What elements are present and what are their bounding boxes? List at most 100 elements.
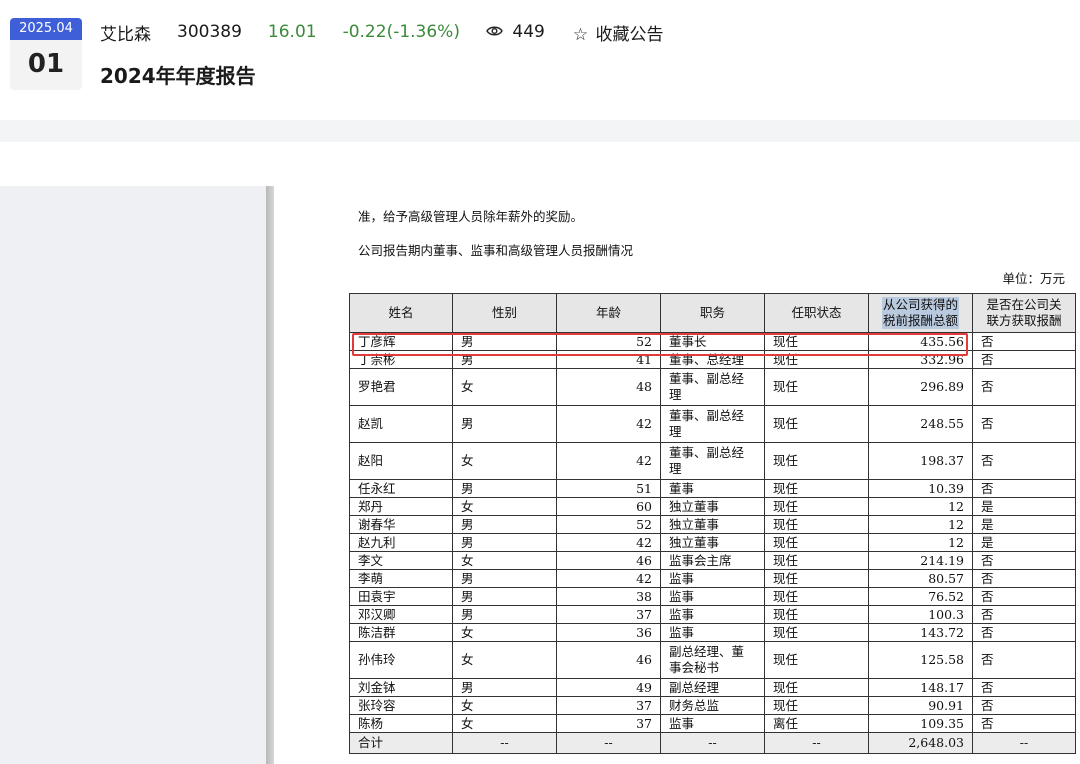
cell-pay: 198.37 [868,442,973,480]
stock-price: 16.01 [267,22,317,42]
header-status: 任职状态 [764,293,869,333]
cell-pay: 76.52 [868,587,973,606]
table-row: 郑丹女 60 独立董事 现任 12 是 [349,497,1076,516]
cell-pay: 435.56 [868,332,973,351]
cell-age: 42 [556,533,661,552]
cell-name: 孙伟玲 [349,641,453,679]
favorite-button[interactable]: ☆ 收藏公告 [573,20,664,45]
table-row: 李文女 46 监事会主席 现任 214.19 否 [349,551,1076,570]
cell-related: 否 [972,442,1076,480]
table-row: 丁彦辉男 52 董事长 现任 435.56 否 [349,332,1076,351]
date-badge: 2025.04 01 [10,18,82,90]
total-dash: -- [660,732,765,754]
cell-related: 否 [972,569,1076,588]
cell-name: 李萌 [349,569,453,588]
cell-status: 现任 [764,641,869,679]
cell-status: 现任 [764,405,869,443]
cell-role: 监事 [660,605,765,624]
cell-role: 副总经理、董事会秘书 [660,641,765,679]
cell-status: 现任 [764,533,869,552]
table-row: 丁崇彬男 41 董事、总经理 现任 332.96 否 [349,350,1076,369]
cell-pay: 10.39 [868,479,973,498]
total-dash: -- [972,732,1076,754]
cell-pay: 90.91 [868,696,973,715]
table-row: 任永红男 51 董事 现任 10.39 否 [349,479,1076,498]
cell-related: 否 [972,332,1076,351]
cell-age: 42 [556,405,661,443]
stock-change: -0.22(-1.36%) [342,22,460,42]
header-pay: 从公司获得的 税前报酬总额 [868,293,973,333]
cell-name: 刘金钵 [349,678,453,697]
cell-status: 现任 [764,368,869,406]
document-page: 准，给予高级管理人员除年薪外的奖励。 公司报告期内董事、监事和高级管理人员报酬情… [274,186,1080,764]
header-related-line1: 是否在公司关 [986,297,1062,312]
cell-gender: 女 [452,368,557,406]
stock-name-link[interactable]: 艾比森 [100,20,151,45]
cell-role: 财务总监 [660,696,765,715]
cell-related: 否 [972,479,1076,498]
cell-gender: 女 [452,442,557,480]
cell-pay: 143.72 [868,623,973,642]
total-dash: -- [556,732,661,754]
cell-name: 任永红 [349,479,453,498]
view-count: 449 [486,22,545,42]
cell-name: 赵凯 [349,405,453,443]
cell-status: 现任 [764,587,869,606]
cell-role: 董事长 [660,332,765,351]
cell-gender: 女 [452,696,557,715]
cell-gender: 男 [452,678,557,697]
cell-status: 现任 [764,551,869,570]
cell-gender: 男 [452,405,557,443]
table-row: 谢春华男 52 独立董事 现任 12 是 [349,515,1076,534]
table-row: 邓汉卿男 37 监事 现任 100.3 否 [349,605,1076,624]
cell-gender: 女 [452,551,557,570]
cell-pay: 148.17 [868,678,973,697]
cell-name: 罗艳君 [349,368,453,406]
table-row: 罗艳君女 48 董事、副总经理 现任 296.89 否 [349,368,1076,406]
cell-gender: 女 [452,714,557,733]
table-row: 赵九利男 42 独立董事 现任 12 是 [349,533,1076,552]
header-pay-line2: 税前报酬总额 [881,313,959,329]
cell-age: 37 [556,696,661,715]
cell-age: 60 [556,497,661,516]
header-gender: 性别 [452,293,557,333]
cell-status: 现任 [764,569,869,588]
cell-name: 陈洁群 [349,623,453,642]
cell-role: 董事、副总经理 [660,405,765,443]
cell-age: 37 [556,605,661,624]
cell-role: 董事、总经理 [660,350,765,369]
cell-role: 监事 [660,623,765,642]
cell-name: 谢春华 [349,515,453,534]
table-row: 田袁宇男 38 监事 现任 76.52 否 [349,587,1076,606]
header-related: 是否在公司关 联方获取报酬 [972,293,1076,333]
cell-role: 董事、副总经理 [660,368,765,406]
cell-gender: 男 [452,533,557,552]
cell-gender: 女 [452,497,557,516]
doc-paragraph: 公司报告期内董事、监事和高级管理人员报酬情况 [358,243,634,258]
cell-status: 现任 [764,605,869,624]
unit-label: 单位：万元 [1002,271,1065,286]
cell-related: 是 [972,533,1076,552]
header-divider-band [0,120,1080,142]
cell-pay: 12 [868,533,973,552]
cell-name: 赵九利 [349,533,453,552]
stock-info-row: 艾比森 300389 16.01 -0.22(-1.36%) 449 ☆ 收藏公… [100,20,664,45]
cell-role: 独立董事 [660,515,765,534]
cell-role: 监事会主席 [660,551,765,570]
table-header-row: 姓名 性别 年龄 职务 任职状态 从公司获得的 税前报酬总额 是否在公司关 联方… [349,293,1076,333]
header-name: 姓名 [349,293,453,333]
cell-gender: 男 [452,332,557,351]
cell-name: 邓汉卿 [349,605,453,624]
cell-pay: 109.35 [868,714,973,733]
cell-role: 独立董事 [660,497,765,516]
star-icon: ☆ [572,24,589,45]
favorite-label: 收藏公告 [595,24,664,45]
cell-gender: 男 [452,605,557,624]
cell-related: 否 [972,605,1076,624]
cell-name: 赵阳 [349,442,453,480]
cell-related: 否 [972,350,1076,369]
cell-name: 田袁宇 [349,587,453,606]
header-role: 职务 [660,293,765,333]
cell-status: 现任 [764,332,869,351]
date-month: 2025.04 [10,18,82,40]
